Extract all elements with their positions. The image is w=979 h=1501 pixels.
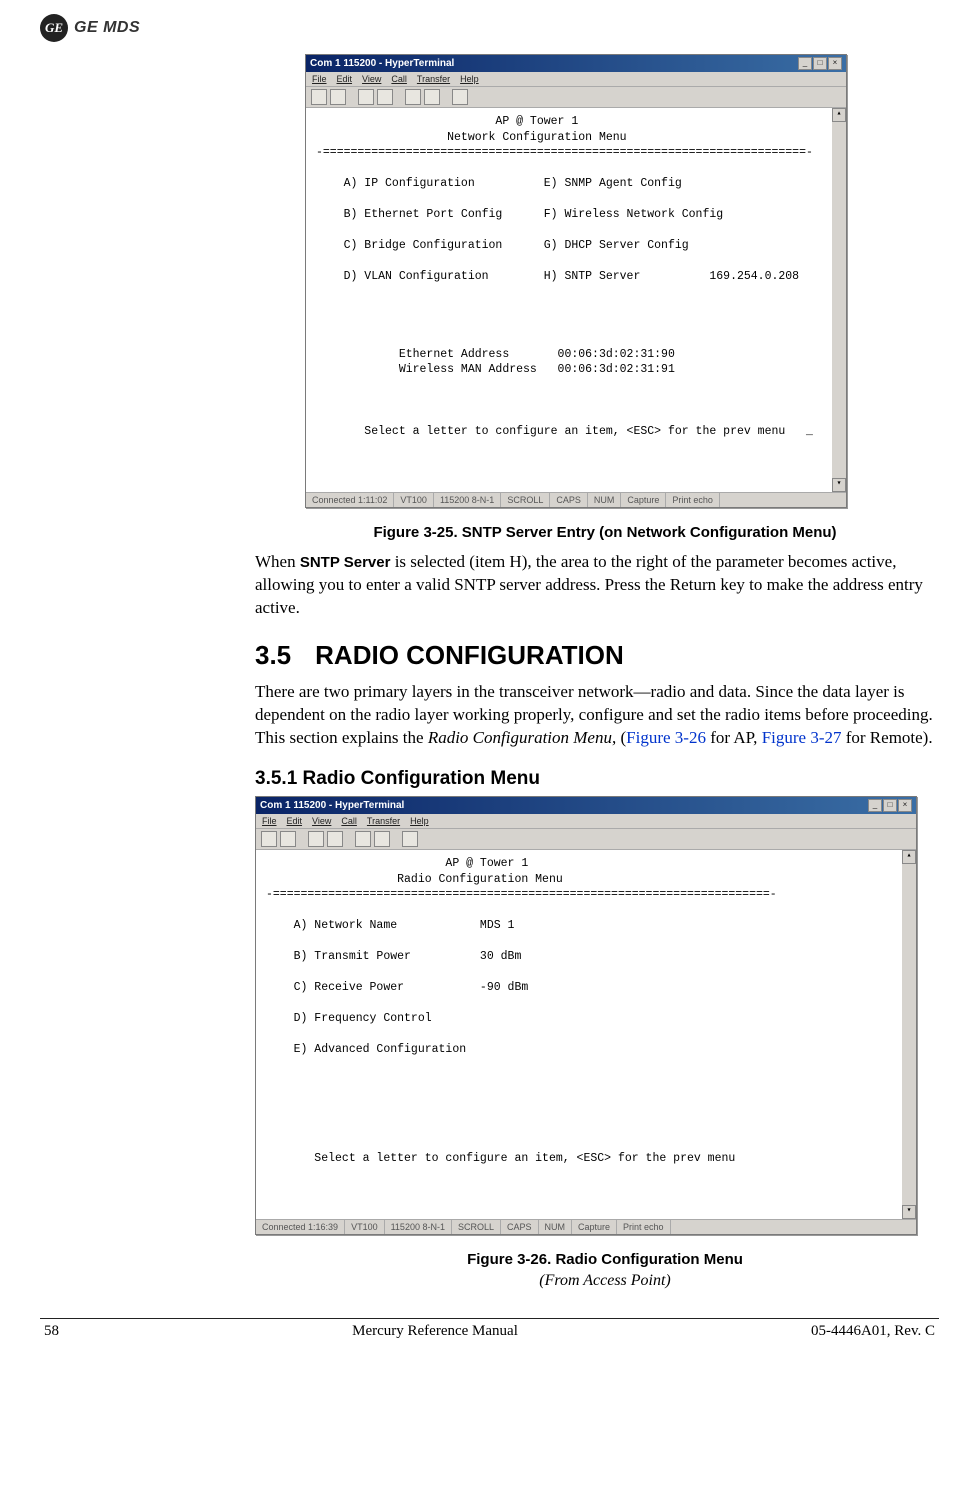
close-icon[interactable]: ×	[898, 799, 912, 812]
menu-transfer[interactable]: Transfer	[367, 816, 400, 826]
text: When	[255, 552, 300, 571]
status-capture: Capture	[621, 493, 666, 507]
terminal-output: AP @ Tower 1 Network Configuration Menu …	[306, 108, 846, 492]
status-connected: Connected 1:11:02	[306, 493, 394, 507]
status-scroll: SCROLL	[452, 1220, 501, 1234]
toolbar-button-icon[interactable]	[377, 89, 393, 105]
footer-page-number: 58	[44, 1323, 59, 1340]
scroll-down-icon[interactable]: ▾	[902, 1205, 916, 1219]
figure-subcaption-3-26: (From Access Point)	[255, 1272, 955, 1290]
toolbar-button-icon[interactable]	[358, 89, 374, 105]
toolbar-button-icon[interactable]	[308, 831, 324, 847]
status-caps: CAPS	[550, 493, 588, 507]
window-title: Com 1 115200 - HyperTerminal	[260, 800, 404, 811]
menu-view[interactable]: View	[312, 816, 331, 826]
status-caps: CAPS	[501, 1220, 539, 1234]
status-printecho: Print echo	[617, 1220, 671, 1234]
toolbar-button-icon[interactable]	[355, 831, 371, 847]
figure-caption-3-26: Figure 3-26. Radio Configuration Menu	[255, 1251, 955, 1268]
minimize-icon[interactable]: _	[868, 799, 882, 812]
hyperterminal-window-2: Com 1 115200 - HyperTerminal _ □ × File …	[255, 796, 917, 1235]
scroll-up-icon[interactable]: ▴	[832, 108, 846, 122]
minimize-icon[interactable]: _	[798, 57, 812, 70]
status-config: 115200 8-N-1	[434, 493, 501, 507]
status-connected: Connected 1:16:39	[256, 1220, 345, 1234]
window-menubar: File Edit View Call Transfer Help	[256, 814, 916, 829]
toolbar-button-icon[interactable]	[374, 831, 390, 847]
footer-doc-number: 05-4446A01, Rev. C	[811, 1323, 935, 1340]
menu-transfer[interactable]: Transfer	[417, 74, 450, 84]
toolbar-button-icon[interactable]	[311, 89, 327, 105]
window-statusbar: Connected 1:16:39 VT100 115200 8-N-1 SCR…	[256, 1219, 916, 1234]
footer-rule	[40, 1318, 939, 1319]
paragraph-sntp: When SNTP Server is selected (item H), t…	[255, 551, 955, 620]
menu-edit[interactable]: Edit	[287, 816, 303, 826]
maximize-icon[interactable]: □	[883, 799, 897, 812]
link-figure-3-26[interactable]: Figure 3-26	[626, 728, 706, 747]
text: for AP,	[706, 728, 762, 747]
close-icon[interactable]: ×	[828, 57, 842, 70]
window-titlebar: Com 1 115200 - HyperTerminal _ □ ×	[256, 797, 916, 814]
section-title: RADIO CONFIGURATION	[315, 640, 624, 671]
status-num: NUM	[588, 493, 622, 507]
toolbar-button-icon[interactable]	[261, 831, 277, 847]
hyperterminal-window-1: Com 1 115200 - HyperTerminal _ □ × File …	[305, 54, 847, 508]
status-num: NUM	[539, 1220, 573, 1234]
status-emulation: VT100	[394, 493, 434, 507]
toolbar-button-icon[interactable]	[327, 831, 343, 847]
window-toolbar	[306, 87, 846, 108]
ge-logo-icon: GE	[40, 14, 68, 42]
menu-file[interactable]: File	[262, 816, 277, 826]
menu-help[interactable]: Help	[410, 816, 429, 826]
section-heading-3-5: 3.5 RADIO CONFIGURATION	[255, 640, 955, 671]
terminal-output: AP @ Tower 1 Radio Configuration Menu -=…	[256, 850, 916, 1219]
menu-file[interactable]: File	[312, 74, 327, 84]
footer-doc-title: Mercury Reference Manual	[352, 1323, 518, 1340]
status-scroll: SCROLL	[501, 493, 550, 507]
menu-call[interactable]: Call	[391, 74, 407, 84]
text: , (	[612, 728, 626, 747]
link-figure-3-27[interactable]: Figure 3-27	[762, 728, 842, 747]
menu-edit[interactable]: Edit	[337, 74, 353, 84]
text-italic: Radio Configuration Menu	[428, 728, 612, 747]
scroll-down-icon[interactable]: ▾	[832, 478, 846, 492]
toolbar-button-icon[interactable]	[424, 89, 440, 105]
menu-call[interactable]: Call	[341, 816, 357, 826]
status-emulation: VT100	[345, 1220, 385, 1234]
menu-view[interactable]: View	[362, 74, 381, 84]
scroll-up-icon[interactable]: ▴	[902, 850, 916, 864]
text: for Remote).	[841, 728, 932, 747]
paragraph-radio-intro: There are two primary layers in the tran…	[255, 681, 955, 750]
toolbar-button-icon[interactable]	[405, 89, 421, 105]
window-titlebar: Com 1 115200 - HyperTerminal _ □ ×	[306, 55, 846, 72]
window-statusbar: Connected 1:11:02 VT100 115200 8-N-1 SCR…	[306, 492, 846, 507]
page-header: GE GE MDS	[40, 10, 939, 54]
brand-text: GE MDS	[74, 19, 140, 37]
status-capture: Capture	[572, 1220, 617, 1234]
toolbar-button-icon[interactable]	[280, 831, 296, 847]
maximize-icon[interactable]: □	[813, 57, 827, 70]
window-menubar: File Edit View Call Transfer Help	[306, 72, 846, 87]
menu-help[interactable]: Help	[460, 74, 479, 84]
section-number: 3.5	[255, 640, 291, 671]
toolbar-button-icon[interactable]	[402, 831, 418, 847]
window-title: Com 1 115200 - HyperTerminal	[310, 58, 454, 69]
window-toolbar	[256, 829, 916, 850]
page-footer: 58 Mercury Reference Manual 05-4446A01, …	[40, 1323, 939, 1350]
status-config: 115200 8-N-1	[385, 1220, 452, 1234]
toolbar-button-icon[interactable]	[330, 89, 346, 105]
status-printecho: Print echo	[666, 493, 720, 507]
text-bold: SNTP Server	[300, 554, 391, 571]
subsection-heading-3-5-1: 3.5.1 Radio Configuration Menu	[255, 768, 955, 790]
figure-caption-3-25: Figure 3-25. SNTP Server Entry (on Netwo…	[255, 524, 955, 541]
toolbar-button-icon[interactable]	[452, 89, 468, 105]
